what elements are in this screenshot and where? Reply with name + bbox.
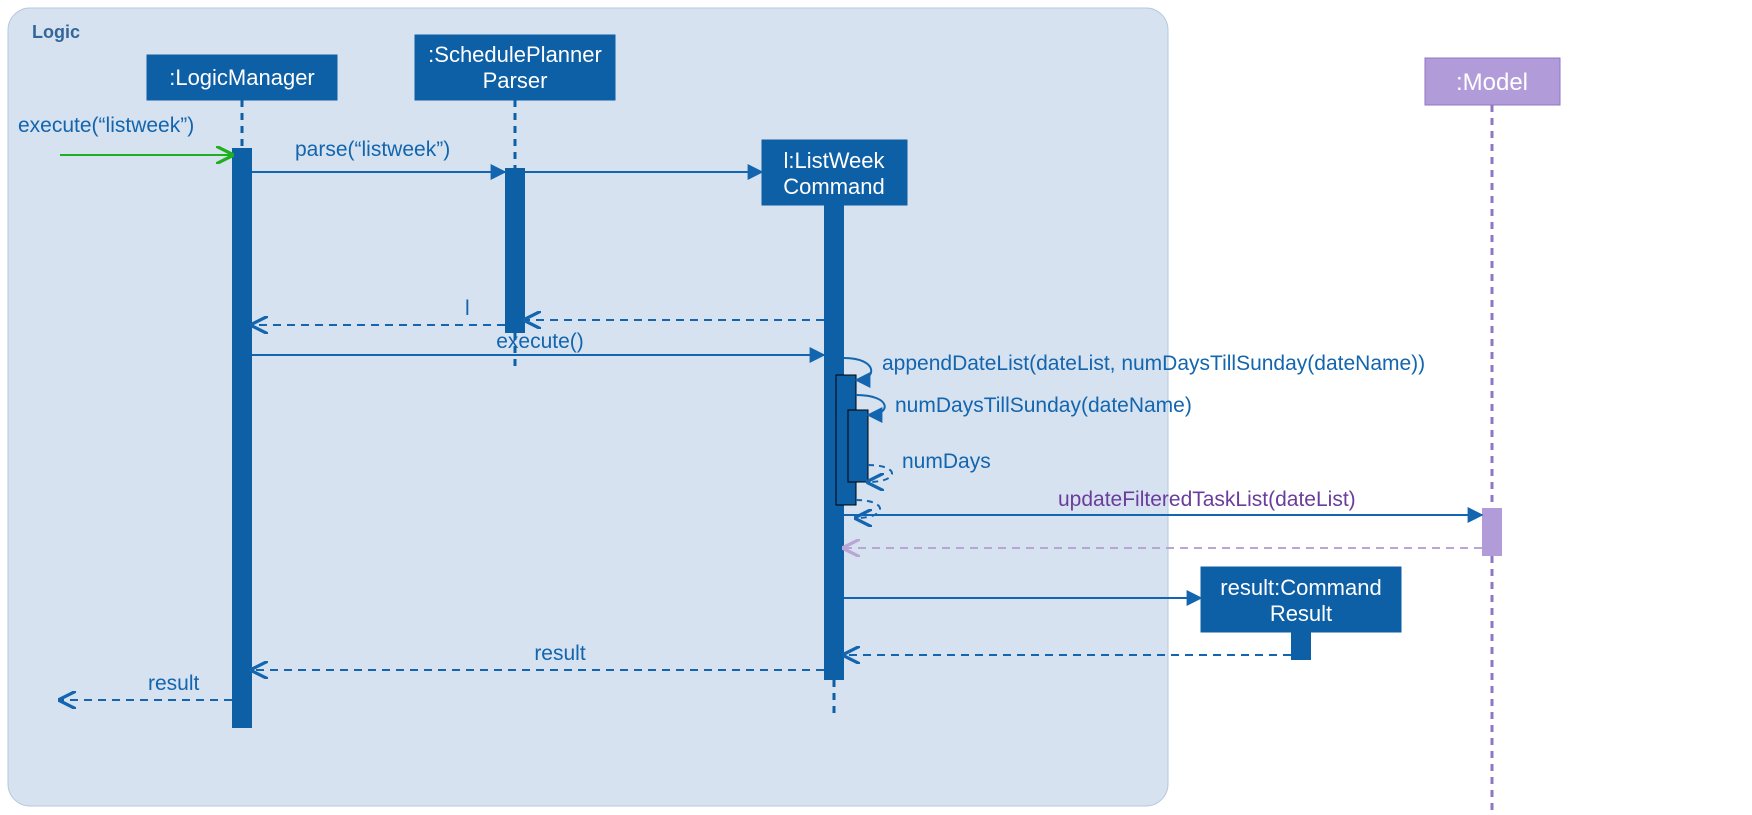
lifeline-listweek-label1: l:ListWeek	[783, 148, 885, 173]
lifeline-logicmanager-label: :LogicManager	[169, 65, 315, 90]
msg-parse-label: parse(“listweek”)	[295, 138, 450, 161]
frame-label: Logic	[32, 22, 80, 42]
msg-result-out-label: result	[148, 672, 200, 695]
msg-numdaystill-label: numDaysTillSunday(dateName)	[895, 394, 1192, 417]
lifeline-listweek-label2: Command	[783, 174, 884, 199]
msg-updatefiltered-label: updateFilteredTaskList(dateList)	[1058, 488, 1356, 511]
lifeline-model-label: :Model	[1456, 69, 1528, 96]
activation-listweek-self2	[848, 410, 868, 482]
msg-appenddatelist-label: appendDateList(dateList, numDaysTillSund…	[882, 352, 1425, 375]
lifeline-result-label1: result:Command	[1220, 575, 1381, 600]
activation-logicmanager	[232, 148, 252, 728]
activation-model	[1482, 508, 1502, 556]
lifeline-parser-label1: :SchedulePlanner	[428, 42, 602, 67]
lifeline-parser-label2: Parser	[483, 68, 548, 93]
activation-result	[1291, 632, 1311, 660]
msg-execute-listweek-label: execute(“listweek”)	[18, 114, 194, 137]
msg-return-l-label: l	[465, 297, 470, 320]
msg-numdays-label: numDays	[902, 450, 991, 473]
msg-execute-label: execute()	[496, 330, 584, 353]
msg-result-label: result	[534, 642, 586, 665]
activation-parser	[505, 168, 525, 333]
lifeline-result-label2: Result	[1270, 601, 1332, 626]
sequence-diagram: Logic :LogicManager :SchedulePlanner Par…	[0, 0, 1752, 815]
